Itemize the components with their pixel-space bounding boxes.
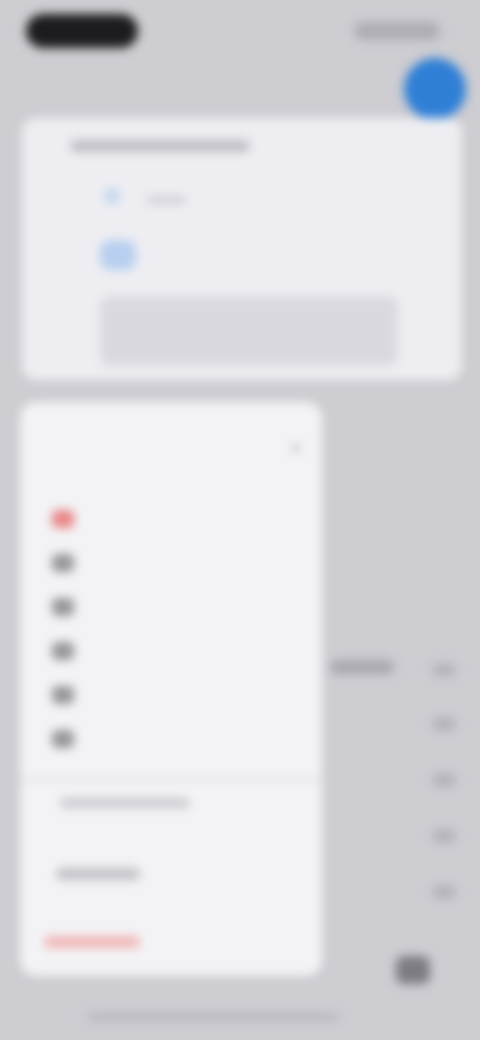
menu-item[interactable]	[52, 636, 302, 666]
close-icon[interactable]: ✕	[290, 440, 302, 457]
side-icon[interactable]	[432, 664, 456, 676]
share-icon	[52, 686, 74, 704]
side-label-placeholder	[330, 660, 394, 674]
menu-item[interactable]	[52, 548, 302, 578]
menu-item[interactable]	[52, 724, 302, 754]
status-indicators	[354, 22, 440, 40]
home-indicator	[88, 1014, 338, 1020]
side-icon[interactable]	[432, 718, 456, 730]
preview-avatar-icon	[104, 188, 120, 204]
info-icon	[52, 730, 74, 748]
preview-heading-placeholder	[70, 140, 250, 152]
menu-item[interactable]	[52, 592, 302, 622]
bottom-action-icon[interactable]	[396, 956, 430, 984]
menu-item[interactable]	[52, 504, 302, 534]
side-icon[interactable]	[432, 886, 456, 898]
folder-icon	[52, 642, 74, 660]
delete-icon	[52, 510, 74, 528]
compose-button[interactable]	[404, 58, 466, 120]
menu-item[interactable]	[52, 680, 302, 710]
menu-footer-placeholder	[56, 868, 140, 880]
edit-icon	[52, 598, 74, 616]
preview-attachment-icon	[100, 240, 136, 270]
preview-text-placeholder	[146, 196, 186, 204]
side-icon[interactable]	[432, 830, 456, 842]
dynamic-island	[26, 14, 138, 48]
pin-icon	[52, 554, 74, 572]
menu-footer-danger-placeholder	[44, 936, 140, 948]
side-icon[interactable]	[432, 774, 456, 786]
menu-footer-placeholder	[60, 798, 190, 808]
status-bar	[0, 0, 480, 60]
preview-panel	[100, 296, 398, 366]
divider	[20, 778, 322, 780]
